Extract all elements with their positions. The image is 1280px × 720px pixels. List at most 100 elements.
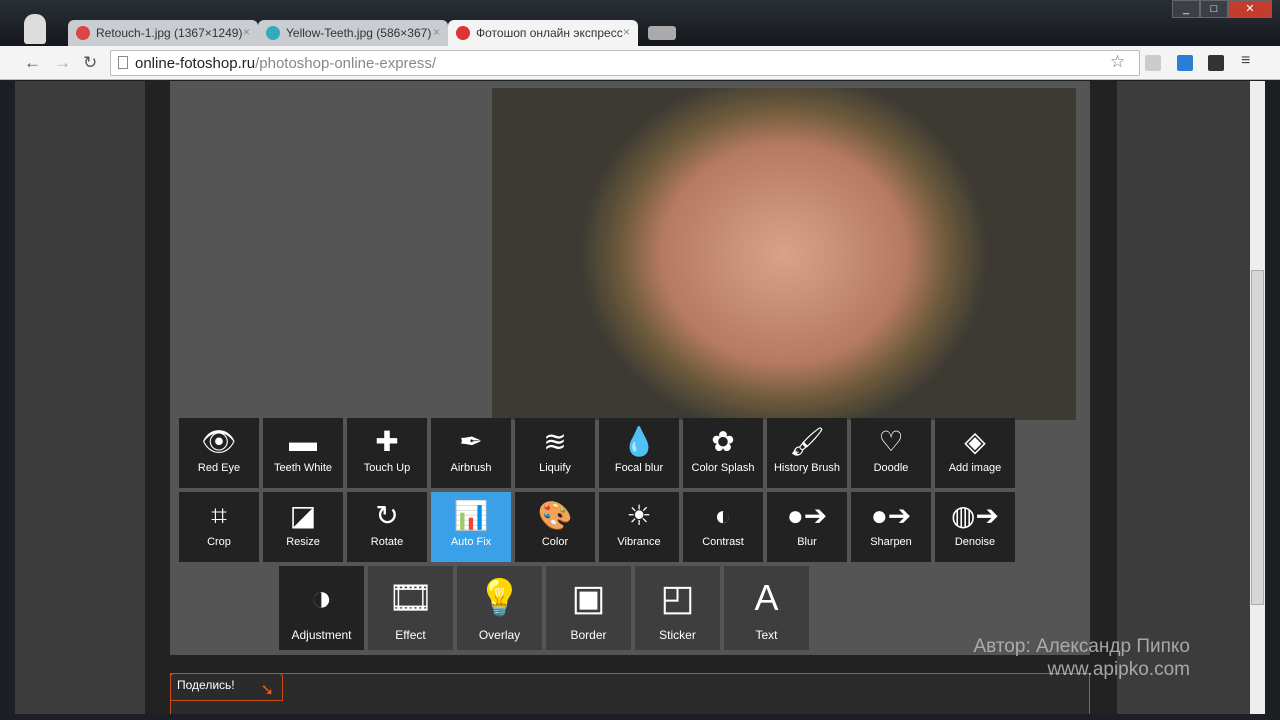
- back-button[interactable]: ←: [24, 53, 41, 73]
- browser-tab[interactable]: Фотошоп онлайн экспресс ×: [448, 20, 638, 46]
- adjustment-icon: ◑: [310, 577, 333, 618]
- tool-label: Denoise: [954, 536, 996, 548]
- resize-icon: ◪: [289, 500, 317, 531]
- arrow-icon: ➘: [260, 682, 274, 699]
- watermark-author: Автор: Александр Пипко: [973, 636, 1190, 657]
- browser-titlebar: Retouch-1.jpg (1367×1249) × Yellow-Teeth.j…: [0, 0, 1280, 46]
- tool-focal-blur[interactable]: 💧 Focal blur: [599, 418, 679, 488]
- forward-button[interactable]: →: [54, 53, 71, 73]
- tool-history-brush[interactable]: 🖌 History Brush: [767, 418, 847, 488]
- reload-button[interactable]: ↻: [83, 53, 97, 73]
- minimize-button[interactable]: _: [1172, 0, 1200, 18]
- tool-effect[interactable]: 🎞 Effect: [368, 566, 453, 650]
- tool-liquify[interactable]: ≋ Liquify: [515, 418, 595, 488]
- blur-icon: ●➔: [786, 500, 828, 531]
- extension-icon[interactable]: [1145, 55, 1161, 71]
- menu-icon[interactable]: ≡: [1241, 52, 1250, 70]
- tool-red-eye[interactable]: 👁 Red Eye: [179, 418, 259, 488]
- crop-icon: ⌗: [211, 500, 227, 531]
- edited-photo: [492, 88, 1076, 420]
- tool-airbrush[interactable]: ✒ Airbrush: [431, 418, 511, 488]
- extension-icon[interactable]: [1208, 55, 1224, 71]
- tool-blur[interactable]: ●➔ Blur: [767, 492, 847, 562]
- url-host: online-fotoshop.ru: [135, 55, 256, 72]
- film-icon: 🎞: [387, 577, 434, 618]
- tool-label: Overlay: [478, 628, 521, 642]
- tool-label: Airbrush: [450, 462, 492, 474]
- tool-text[interactable]: A Text: [724, 566, 809, 650]
- profile-avatar[interactable]: [24, 14, 46, 44]
- tool-label: Red Eye: [197, 462, 241, 474]
- tool-label: Liquify: [539, 462, 571, 474]
- close-window-button[interactable]: ✕: [1228, 0, 1272, 18]
- airbrush-icon: ✒: [459, 426, 483, 457]
- tool-color-splash[interactable]: ✿ Color Splash: [683, 418, 763, 488]
- tool-resize[interactable]: ◪ Resize: [263, 492, 343, 562]
- scrollbar-thumb[interactable]: [1251, 270, 1264, 605]
- tool-crop[interactable]: ⌗ Crop: [179, 492, 259, 562]
- share-tab[interactable]: Поделись! ➘: [170, 673, 283, 701]
- drops-icon: 💧: [621, 426, 657, 457]
- border-icon: ▣: [571, 577, 606, 618]
- close-tab-icon[interactable]: ×: [623, 25, 630, 39]
- tool-label: Focal blur: [614, 462, 664, 474]
- tool-auto-fix[interactable]: 📊 Auto Fix: [431, 492, 511, 562]
- waves-icon: ≋: [543, 426, 567, 457]
- browser-tab[interactable]: Yellow-Teeth.jpg (586×367) ×: [258, 20, 448, 46]
- text-icon: A: [754, 577, 779, 618]
- bandage-icon: ✚: [375, 426, 399, 457]
- tab-title: Retouch-1.jpg (1367×1249): [96, 26, 243, 40]
- tool-color[interactable]: 🎨 Color: [515, 492, 595, 562]
- watermark-site: www.apipko.com: [1047, 659, 1190, 680]
- tool-label: Teeth White: [273, 462, 333, 474]
- tool-label: Text: [755, 628, 778, 642]
- tool-rotate[interactable]: ↻ Rotate: [347, 492, 427, 562]
- tool-label: Border: [570, 628, 607, 642]
- tool-label: Color: [541, 536, 569, 548]
- tool-label: Effect: [395, 628, 426, 642]
- maximize-button[interactable]: □: [1200, 0, 1228, 18]
- tool-label: Sticker: [659, 628, 696, 642]
- share-label: Поделись!: [177, 678, 235, 692]
- tool-contrast[interactable]: ◐ Contrast: [683, 492, 763, 562]
- extension-icon[interactable]: [1177, 55, 1193, 71]
- favicon-icon: [76, 26, 90, 40]
- favicon-icon: [266, 26, 280, 40]
- tool-label: Auto Fix: [450, 536, 492, 548]
- tool-touch-up[interactable]: ✚ Touch Up: [347, 418, 427, 488]
- sticker-icon: ◰: [660, 577, 695, 618]
- new-tab-button[interactable]: [648, 26, 676, 40]
- tool-teeth-white[interactable]: ▬ Teeth White: [263, 418, 343, 488]
- tool-label: Doodle: [873, 462, 909, 474]
- toothbrush-icon: ▬: [289, 426, 317, 457]
- brush-icon: 🖌: [789, 426, 825, 457]
- url-path: /photoshop-online-express/: [255, 55, 437, 72]
- tool-add-image[interactable]: ◈ Add image: [935, 418, 1015, 488]
- contrast-icon: ◐: [714, 500, 732, 531]
- tool-denoise[interactable]: ◍➔ Denoise: [935, 492, 1015, 562]
- tool-label: Contrast: [702, 536, 744, 548]
- bulb-icon: 💡: [477, 577, 522, 618]
- tool-label: Vibrance: [617, 536, 661, 548]
- close-tab-icon[interactable]: ×: [433, 25, 440, 39]
- tool-label: History Brush: [773, 462, 841, 474]
- tool-sticker[interactable]: ◰ Sticker: [635, 566, 720, 650]
- share-panel: [170, 673, 1090, 714]
- page-icon: [118, 56, 128, 69]
- palette-icon: 🎨: [537, 500, 573, 531]
- address-bar[interactable]: online-fotoshop.ru/photoshop-online-expr…: [110, 50, 1140, 76]
- tool-doodle[interactable]: ♡ Doodle: [851, 418, 931, 488]
- tool-border[interactable]: ▣ Border: [546, 566, 631, 650]
- tool-adjustment[interactable]: ◑ Adjustment: [279, 566, 364, 650]
- tool-sharpen[interactable]: ●➔ Sharpen: [851, 492, 931, 562]
- bookmark-star-icon[interactable]: ☆: [1110, 52, 1125, 72]
- tab-title: Фотошоп онлайн экспресс: [476, 26, 623, 40]
- auto-fix-icon: 📊: [453, 500, 489, 531]
- denoise-icon: ◍➔: [951, 500, 999, 531]
- tool-label: Rotate: [370, 536, 404, 548]
- tool-vibrance[interactable]: ☀ Vibrance: [599, 492, 679, 562]
- tool-overlay[interactable]: 💡 Overlay: [457, 566, 542, 650]
- close-tab-icon[interactable]: ×: [243, 25, 250, 39]
- browser-tab[interactable]: Retouch-1.jpg (1367×1249) ×: [68, 20, 258, 46]
- tool-label: Add image: [948, 462, 1002, 474]
